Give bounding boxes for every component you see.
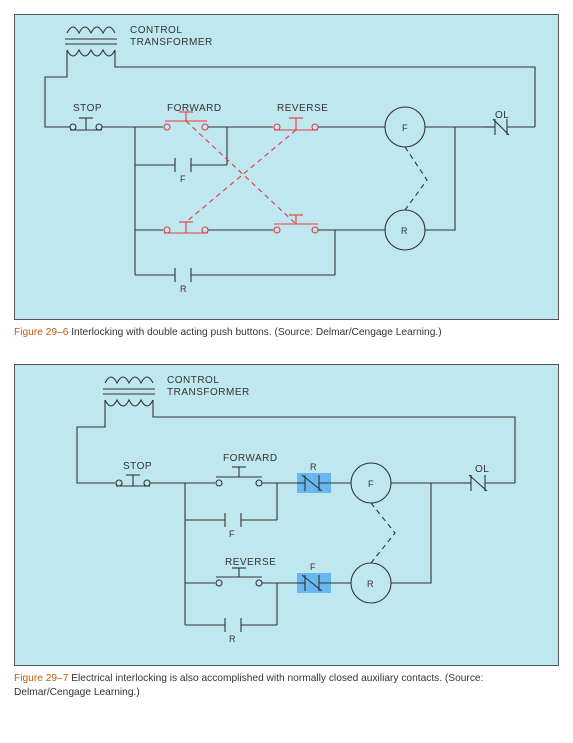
aux-r-contact-icon	[185, 583, 277, 632]
page: CONTROL TRANSFORMER STOP FORWARD REVERSE…	[0, 0, 573, 743]
transformer-label-1: CONTROL	[130, 25, 182, 36]
node-after-stop	[185, 483, 215, 625]
stop-label: STOP	[123, 461, 152, 472]
aux-f-text: F	[229, 529, 235, 539]
aux-r-text: R	[180, 284, 187, 294]
reverse-label: REVERSE	[277, 103, 328, 114]
figure-29-7-panel: CONTROL TRANSFORMER STOP FORWARD REVERSE…	[14, 364, 559, 666]
transformer-label-1: CONTROL	[167, 375, 219, 386]
double-acting-link-1	[186, 121, 296, 224]
rail-l2	[115, 50, 535, 127]
figure-29-6-number: Figure 29–6	[14, 327, 68, 338]
stop-label: STOP	[73, 103, 102, 114]
nc-r-text: R	[310, 462, 317, 472]
ol-contact-icon	[485, 119, 535, 135]
node-after-stop	[135, 127, 163, 275]
stop-pushbutton-icon	[70, 118, 135, 130]
forward-label: FORWARD	[223, 453, 278, 464]
r-to-ol-join	[391, 483, 431, 583]
reverse-nc-contact-icon	[274, 118, 318, 130]
transformer-label-2: TRANSFORMER	[130, 37, 213, 48]
coil-f-text: F	[368, 479, 374, 489]
coil-f-text: F	[402, 123, 408, 133]
figure-29-7-caption: Figure 29–7 Electrical interlocking is a…	[14, 672, 559, 700]
figure-29-7-number: Figure 29–7	[14, 673, 68, 684]
forward-label: FORWARD	[167, 103, 222, 114]
figure-29-7-svg: CONTROL TRANSFORMER STOP FORWARD REVERSE…	[15, 365, 560, 665]
stop-pushbutton-icon	[116, 475, 185, 486]
reverse-no-contact-icon	[274, 215, 318, 233]
rail-l2	[153, 400, 515, 483]
figure-29-6-caption: Figure 29–6 Interlocking with double act…	[14, 326, 559, 340]
aux-r-text: R	[229, 634, 236, 644]
figure-29-6-caption-text: Interlocking with double acting push but…	[71, 327, 441, 338]
mech-interlock-icon	[371, 503, 395, 563]
transformer-icon	[65, 27, 117, 56]
rail-l1	[77, 400, 115, 483]
aux-f-contact-icon	[135, 127, 227, 172]
nc-f-text: F	[310, 562, 316, 572]
figure-29-6-svg: CONTROL TRANSFORMER STOP FORWARD REVERSE…	[15, 15, 560, 319]
transformer-label-2: TRANSFORMER	[167, 387, 250, 398]
r-to-ol-join	[425, 127, 455, 230]
rail-l1	[45, 50, 70, 127]
figure-29-6-panel: CONTROL TRANSFORMER STOP FORWARD REVERSE…	[14, 14, 559, 320]
figure-29-7-caption-text: Electrical interlocking is also accompli…	[14, 673, 483, 698]
coil-r-text: R	[401, 226, 408, 236]
aux-f-text: F	[180, 174, 186, 184]
transformer-icon	[103, 377, 155, 406]
coil-r-text: R	[367, 579, 374, 589]
aux-f-contact-icon	[185, 483, 277, 527]
reverse-no-contact-icon	[216, 568, 297, 586]
reverse-label: REVERSE	[225, 557, 276, 568]
ol-label: OL	[475, 464, 489, 475]
ol-contact-icon	[463, 475, 515, 491]
aux-r-contact-icon	[135, 230, 335, 282]
forward-nc-contact-icon	[164, 222, 208, 233]
forward-no-contact-icon	[216, 467, 297, 486]
mech-interlock-icon	[405, 147, 427, 210]
